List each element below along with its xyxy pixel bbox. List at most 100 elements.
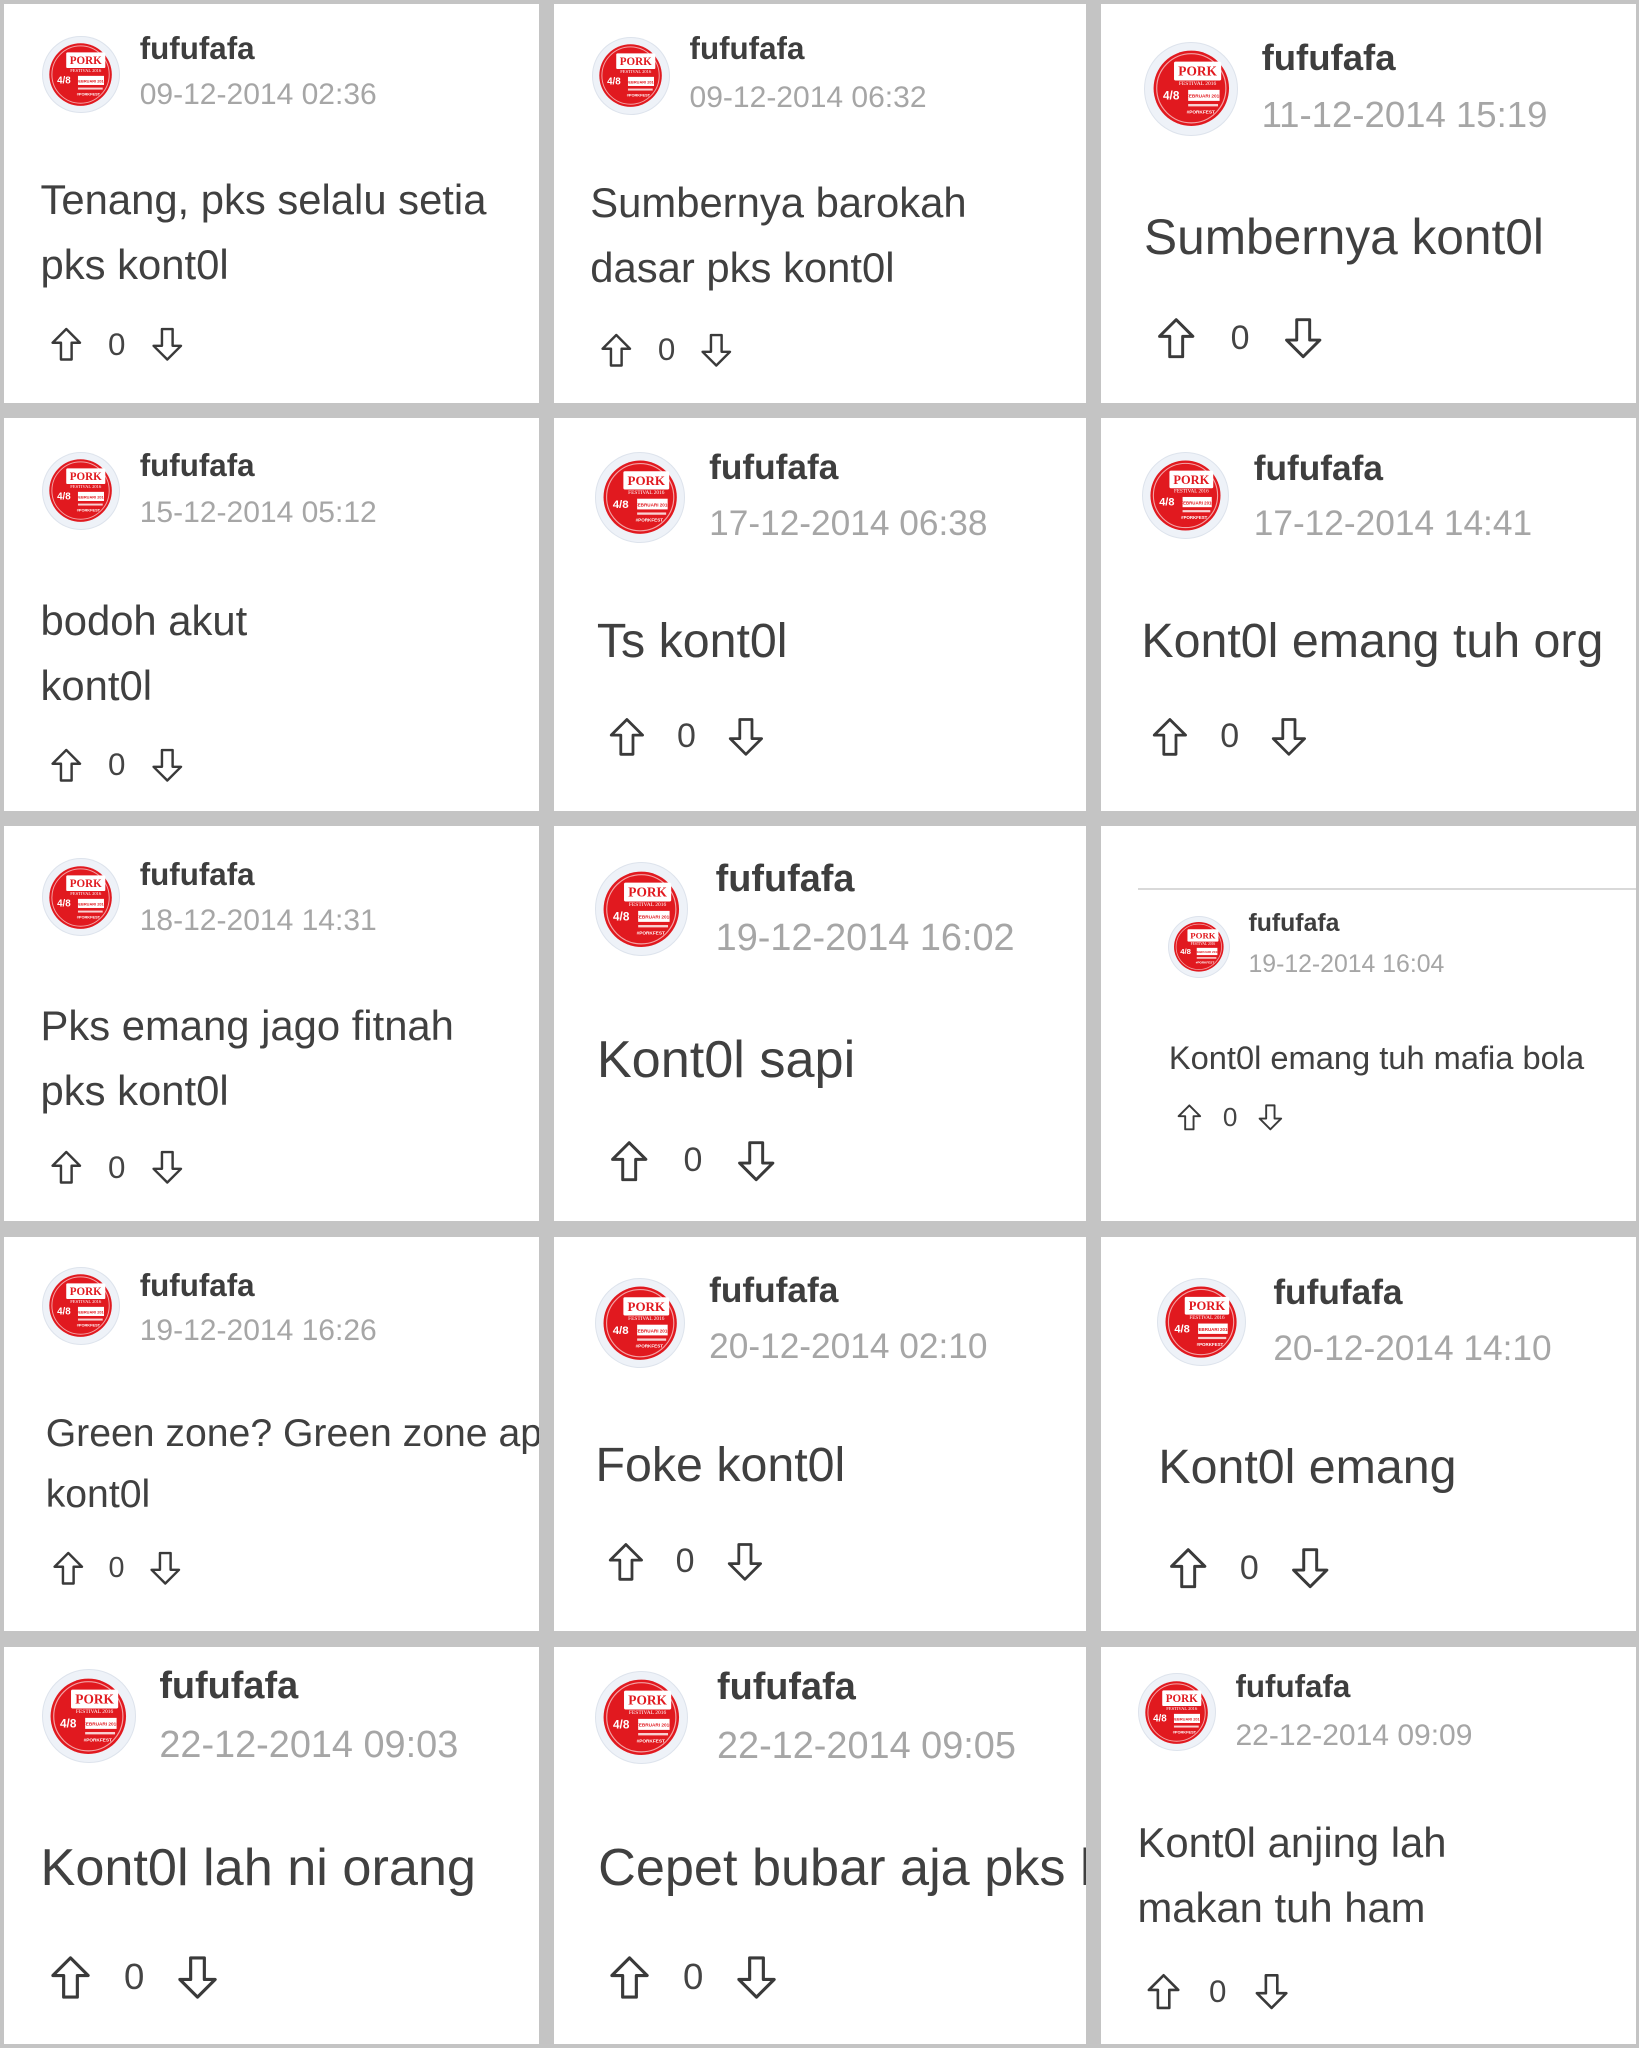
upvote-arrow-icon[interactable] bbox=[1149, 716, 1191, 758]
avatar[interactable]: PORK FESTIVAL 2016 4/8 FEBRUARI 2016 #PORKFE… bbox=[1145, 43, 1237, 135]
upvote-arrow-icon[interactable] bbox=[48, 1149, 85, 1186]
comment-body: Sumbernya barokah dasar pks kont0l bbox=[590, 170, 966, 301]
downvote-arrow-icon[interactable] bbox=[1256, 1103, 1285, 1132]
avatar[interactable]: PORK FESTIVAL 2016 4/8 FEBRUARI 2016 #PORKFE… bbox=[595, 1278, 685, 1368]
upvote-arrow-icon[interactable] bbox=[598, 332, 635, 369]
upvote-arrow-icon[interactable] bbox=[606, 716, 648, 758]
svg-text:FEBRUARI 2016: FEBRUARI 2016 bbox=[1180, 500, 1214, 505]
comment-body-line: Kont0l emang bbox=[1158, 1440, 1457, 1495]
avatar[interactable]: PORK FESTIVAL 2016 4/8 FEBRUARI 2016 #PORKFE… bbox=[43, 453, 119, 529]
vote-count: 0 bbox=[1220, 717, 1240, 756]
upvote-arrow-icon[interactable] bbox=[607, 1139, 651, 1183]
vote-count: 0 bbox=[675, 1542, 695, 1581]
comment-card: PORK FESTIVAL 2016 4/8 FEBRUARI 2016 #PORKFE… bbox=[4, 418, 539, 811]
avatar[interactable]: PORK FESTIVAL 2016 4/8 FEBRUARI 2016 #PORKFE… bbox=[595, 1671, 687, 1764]
upvote-arrow-icon[interactable] bbox=[50, 1550, 87, 1587]
comment-card: PORK FESTIVAL 2016 4/8 FEBRUARI 2016 #PORKFE… bbox=[4, 1237, 539, 1631]
downvote-arrow-icon[interactable] bbox=[725, 716, 767, 758]
upvote-arrow-icon[interactable] bbox=[1144, 1972, 1183, 2011]
downvote-arrow-icon[interactable] bbox=[149, 326, 186, 363]
downvote-arrow-icon[interactable] bbox=[698, 332, 735, 369]
username[interactable]: fufufafa bbox=[716, 858, 855, 901]
vote-count: 0 bbox=[108, 326, 126, 362]
comment-body-line: bodoh akut bbox=[40, 596, 248, 644]
username[interactable]: fufufafa bbox=[1254, 449, 1383, 489]
timestamp: 22-12-2014 09:03 bbox=[159, 1723, 459, 1766]
svg-text:FESTIVAL 2016: FESTIVAL 2016 bbox=[629, 902, 667, 908]
upvote-arrow-icon[interactable] bbox=[606, 1954, 653, 2001]
avatar[interactable]: PORK FESTIVAL 2016 4/8 FEBRUARI 2016 #PORKFE… bbox=[43, 1268, 119, 1344]
username[interactable]: fufufafa bbox=[717, 1666, 856, 1709]
svg-text:4/8: 4/8 bbox=[612, 1325, 629, 1337]
vote-controls: 0 bbox=[606, 716, 767, 758]
avatar[interactable]: PORK FESTIVAL 2016 4/8 FEBRUARI 2016 #PORKFE… bbox=[1168, 916, 1229, 977]
upvote-arrow-icon[interactable] bbox=[48, 326, 85, 363]
avatar[interactable]: PORK FESTIVAL 2016 4/8 FEBRUARI 2016 #PORKFE… bbox=[43, 859, 119, 936]
downvote-arrow-icon[interactable] bbox=[1252, 1972, 1291, 2011]
svg-text:4/8: 4/8 bbox=[58, 76, 72, 87]
downvote-arrow-icon[interactable] bbox=[1268, 716, 1310, 758]
avatar-badge-image: PORKFESTIVAL 20164/8 FEBRUARI 2016#PORKFE… bbox=[49, 43, 113, 106]
downvote-arrow-icon[interactable] bbox=[724, 1541, 766, 1583]
downvote-arrow-icon[interactable] bbox=[174, 1954, 221, 2001]
username[interactable]: fufufafa bbox=[709, 1271, 838, 1311]
upvote-arrow-icon[interactable] bbox=[47, 1954, 94, 2001]
username[interactable]: fufufafa bbox=[140, 448, 255, 484]
svg-text:4/8: 4/8 bbox=[58, 898, 72, 909]
svg-text:PORK: PORK bbox=[627, 473, 664, 488]
avatar[interactable]: PORK FESTIVAL 2016 4/8 FEBRUARI 2016 #PORKFE… bbox=[1158, 1278, 1245, 1365]
avatar-badge-image: PORKFESTIVAL 20164/8 FEBRUARI 2016#PORKFE… bbox=[603, 460, 677, 535]
svg-text:FESTIVAL 2016: FESTIVAL 2016 bbox=[628, 1316, 665, 1322]
username[interactable]: fufufafa bbox=[159, 1665, 298, 1708]
svg-text:FESTIVAL 2016: FESTIVAL 2016 bbox=[71, 891, 103, 896]
downvote-arrow-icon[interactable] bbox=[734, 1139, 778, 1183]
downvote-arrow-icon[interactable] bbox=[1281, 316, 1325, 360]
vote-controls: 0 bbox=[607, 1139, 778, 1183]
svg-text:FESTIVAL 2016: FESTIVAL 2016 bbox=[1166, 1706, 1198, 1711]
svg-text:FEBRUARI 2016: FEBRUARI 2016 bbox=[636, 914, 672, 919]
downvote-arrow-icon[interactable] bbox=[733, 1954, 780, 2001]
username[interactable]: fufufafa bbox=[1235, 1669, 1350, 1705]
svg-text:PORK: PORK bbox=[1190, 931, 1216, 941]
svg-text:#PORKFEST: #PORKFEST bbox=[77, 91, 101, 96]
svg-text:FEBRUARI 2016: FEBRUARI 2016 bbox=[635, 503, 671, 508]
svg-text:#PORKFEST: #PORKFEST bbox=[635, 1343, 663, 1348]
downvote-arrow-icon[interactable] bbox=[1288, 1546, 1332, 1590]
upvote-arrow-icon[interactable] bbox=[605, 1541, 647, 1583]
svg-text:#PORKFEST: #PORKFEST bbox=[1197, 1341, 1224, 1346]
username[interactable]: fufufafa bbox=[140, 1268, 255, 1304]
upvote-arrow-icon[interactable] bbox=[1175, 1103, 1204, 1132]
avatar[interactable]: PORK FESTIVAL 2016 4/8 FEBRUARI 2016 #PORKFE… bbox=[43, 1670, 135, 1762]
avatar[interactable]: PORK FESTIVAL 2016 4/8 FEBRUARI 2016 #PORKFE… bbox=[1138, 1674, 1215, 1750]
timestamp: 18-12-2014 14:31 bbox=[139, 903, 377, 937]
avatar[interactable]: PORK FESTIVAL 2016 4/8 FEBRUARI 2016 #PORKFE… bbox=[43, 36, 119, 113]
comment-body: Kont0l emang tuh org bbox=[1141, 609, 1603, 674]
username[interactable]: fufufafa bbox=[709, 448, 838, 488]
upvote-arrow-icon[interactable] bbox=[1166, 1546, 1210, 1590]
avatar[interactable]: PORK FESTIVAL 2016 4/8 FEBRUARI 2016 #PORKFE… bbox=[595, 453, 685, 542]
divider-line bbox=[1137, 888, 1636, 891]
svg-text:FEBRUARI 2016: FEBRUARI 2016 bbox=[1196, 1327, 1231, 1332]
username[interactable]: fufufafa bbox=[1249, 910, 1340, 938]
username[interactable]: fufufafa bbox=[690, 31, 805, 67]
comment-body-line: dasar pks kont0l bbox=[590, 244, 895, 292]
username[interactable]: fufufafa bbox=[140, 31, 255, 67]
svg-text:FESTIVAL 2016: FESTIVAL 2016 bbox=[629, 1710, 667, 1716]
username[interactable]: fufufafa bbox=[1262, 37, 1396, 79]
avatar[interactable]: PORK FESTIVAL 2016 4/8 FEBRUARI 2016 #PORKFE… bbox=[592, 37, 669, 114]
downvote-arrow-icon[interactable] bbox=[147, 1550, 184, 1587]
upvote-arrow-icon[interactable] bbox=[48, 747, 85, 784]
svg-text:#PORKFEST: #PORKFEST bbox=[77, 508, 101, 513]
timestamp: 19-12-2014 16:02 bbox=[715, 916, 1015, 959]
vote-controls: 0 bbox=[606, 1954, 780, 2001]
comment-body-line: Kont0l lah ni orang bbox=[40, 1839, 476, 1898]
avatar[interactable]: PORK FESTIVAL 2016 4/8 FEBRUARI 2016 #PORKFE… bbox=[595, 863, 687, 955]
downvote-arrow-icon[interactable] bbox=[149, 1149, 186, 1186]
username[interactable]: fufufafa bbox=[1273, 1273, 1402, 1313]
comment-body: Kont0l emang bbox=[1158, 1435, 1456, 1500]
avatar[interactable]: PORK FESTIVAL 2016 4/8 FEBRUARI 2016 #PORKFE… bbox=[1142, 453, 1228, 539]
downvote-arrow-icon[interactable] bbox=[149, 747, 186, 784]
comment-body-line: pks kont0l bbox=[40, 1066, 229, 1114]
upvote-arrow-icon[interactable] bbox=[1154, 316, 1198, 360]
username[interactable]: fufufafa bbox=[140, 857, 255, 893]
